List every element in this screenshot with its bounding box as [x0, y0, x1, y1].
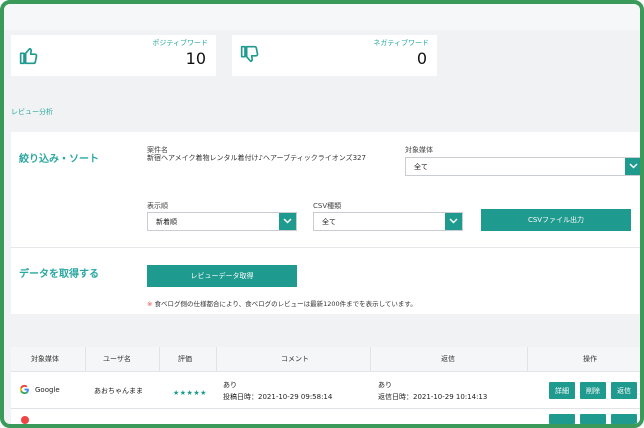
review-analysis-link[interactable]: レビュー分析 — [11, 107, 53, 117]
header-reply: 返信 — [441, 355, 455, 363]
detail-button[interactable]: 詳細 — [549, 382, 575, 399]
csv-type-select-value: 全て — [322, 218, 336, 226]
order-label: 表示順 — [147, 202, 168, 210]
negative-words-count: 0 — [416, 49, 427, 68]
tabelog-note: ※ 食べログ側の仕様都合により、食べログのレビューは最新1200件までを表示してい… — [147, 298, 417, 308]
comment-time: 投稿日時：2021-10-29 09:58:14 — [223, 393, 333, 401]
thumbs-up-icon — [19, 45, 39, 65]
table-row: Google あおちゃんまま ★★★★★ あり 投稿日時：2021-10-29 … — [11, 372, 640, 409]
review-user: あおちゃんまま — [94, 387, 143, 395]
note-text: 食べログ側の仕様都合により、食べログのレビューは最新1200件までを表示していま… — [154, 300, 417, 308]
fetch-reviews-button[interactable]: レビューデータ取得 — [147, 265, 297, 287]
positive-words-label: ポジティブワード — [152, 39, 208, 47]
filter-panel: 絞り込み・ソート 案件名 新宿ヘアメイク着物レンタル着付け♪ヘアーブティックライ… — [11, 132, 640, 314]
header-comment: コメント — [281, 355, 309, 363]
top-bar — [4, 4, 640, 30]
comment-status: あり — [223, 381, 237, 389]
negative-words-label: ネガティブワード — [373, 39, 429, 47]
delete-button-partial[interactable] — [580, 414, 606, 424]
rating-stars: ★★★★★ — [173, 389, 207, 397]
reviews-table: 対象媒体 ユーザ名 評価 コメント 返信 操作 Google あおちゃんまま ★… — [11, 347, 640, 424]
reply-button[interactable]: 返信 — [611, 382, 637, 399]
csv-export-button[interactable]: CSVファイル出力 — [481, 209, 631, 231]
csv-type-select[interactable]: 全て — [313, 212, 463, 231]
detail-button-partial[interactable] — [549, 414, 575, 424]
chevron-down-icon — [279, 213, 296, 230]
media-icon — [21, 416, 29, 424]
reply-button-partial[interactable] — [611, 414, 637, 424]
store-name: 新宿ヘアメイク着物レンタル着付け♪ヘアーブティックライオンズ327 — [147, 154, 366, 162]
fetch-section-title: データを取得する — [19, 269, 99, 280]
header-actions: 操作 — [583, 355, 597, 363]
positive-words-count: 10 — [185, 49, 206, 68]
reply-time: 返信日時：2021-10-29 10:14:13 — [378, 393, 488, 401]
header-user: ユーザ名 — [103, 355, 131, 363]
order-select[interactable]: 新着順 — [147, 212, 297, 231]
media-select[interactable]: 全て — [405, 157, 640, 176]
table-header: 対象媒体 ユーザ名 評価 コメント 返信 操作 — [11, 347, 640, 372]
note-mark: ※ — [147, 300, 153, 308]
chevron-down-icon — [625, 158, 640, 175]
header-rating: 評価 — [178, 355, 192, 363]
review-media: Google — [35, 386, 60, 394]
table-row-partial — [11, 409, 640, 424]
filter-section-title: 絞り込み・ソート — [19, 154, 99, 165]
order-select-value: 新着順 — [156, 218, 177, 226]
reply-status: あり — [378, 381, 392, 389]
media-select-value: 全て — [414, 163, 428, 171]
divider — [11, 247, 640, 248]
header-media: 対象媒体 — [31, 355, 59, 363]
negative-words-card: ネガティブワード 0 — [232, 35, 437, 76]
positive-words-card: ポジティブワード 10 — [11, 35, 216, 76]
google-icon — [19, 384, 31, 396]
thumbs-down-icon — [240, 45, 260, 65]
delete-button[interactable]: 削除 — [580, 382, 606, 399]
csv-type-label: CSV種類 — [313, 202, 342, 210]
chevron-down-icon — [445, 213, 462, 230]
app-frame: ポジティブワード 10 ネガティブワード 0 レビュー分析 絞り込み・ソート 案… — [0, 0, 644, 428]
media-filter-label: 対象媒体 — [405, 146, 433, 154]
